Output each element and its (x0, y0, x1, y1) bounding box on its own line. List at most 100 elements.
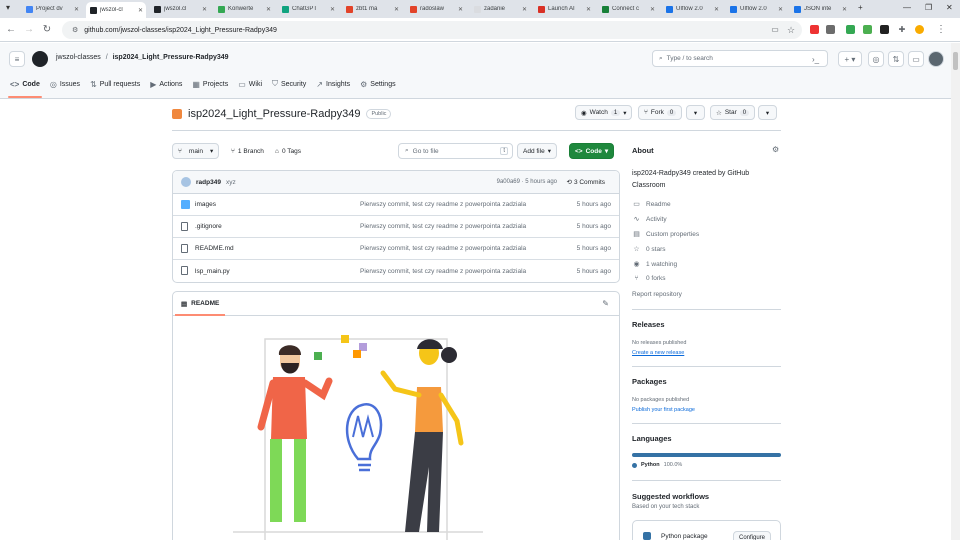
tab-code[interactable]: <> Code (8, 76, 42, 98)
language-item[interactable]: Python 100.0% (632, 462, 682, 468)
packages-heading[interactable]: Packages (632, 377, 667, 386)
tab-projects[interactable]: ▦ Projects (192, 76, 228, 92)
browser-tab[interactable]: Launch AI ✕ (534, 2, 594, 16)
file-row[interactable]: images Pierwszy commit, test czy readme z… (173, 194, 619, 216)
minimize-icon[interactable]: — (903, 3, 911, 12)
menu-icon[interactable]: ≡ (9, 51, 25, 67)
file-commit-message[interactable]: Pierwszy commit, test czy readme z power… (360, 201, 526, 208)
extension-icon[interactable] (846, 25, 855, 34)
search-input[interactable]: ⌕ Type / to search (652, 50, 828, 67)
file-row[interactable]: .gitignore Pierwszy commit, test czy read… (173, 216, 619, 238)
tab-settings[interactable]: ⚙ Settings (360, 76, 395, 92)
readme-tab[interactable]: README (191, 300, 219, 307)
browser-tab[interactable]: Konwerte ✕ (214, 2, 274, 16)
branches-link[interactable]: ⑂ 1 Branch (226, 143, 269, 159)
branch-selector[interactable]: ⑂ main ▾ (172, 143, 220, 159)
extensions-puzzle-icon[interactable]: ✚ (895, 23, 909, 37)
close-tab-icon[interactable]: ✕ (586, 6, 594, 13)
about-activity[interactable]: ∿ Activity (632, 215, 667, 224)
close-window-icon[interactable]: ✕ (946, 3, 953, 12)
browser-tab[interactable]: UIflow 2.0 ✕ (726, 2, 786, 16)
browser-tab[interactable]: radoslaw ✕ (406, 2, 466, 16)
extension-icon[interactable] (880, 25, 889, 34)
publish-package-link[interactable]: Publish your first package (632, 407, 695, 413)
close-tab-icon[interactable]: ✕ (714, 6, 722, 13)
tab-insights[interactable]: ↗ Insights (316, 76, 350, 92)
browser-tab[interactable]: zbt1 ma ✕ (342, 2, 402, 16)
releases-heading[interactable]: Releases (632, 320, 665, 329)
maximize-icon[interactable]: ❐ (925, 3, 932, 12)
about-custom-properties[interactable]: ▤ Custom properties (632, 230, 699, 239)
close-tab-icon[interactable]: ✕ (138, 7, 146, 14)
close-tab-icon[interactable]: ✕ (522, 6, 530, 13)
forward-icon[interactable]: → (22, 23, 36, 37)
file-commit-message[interactable]: Pierwszy commit, test czy readme z power… (360, 223, 526, 230)
create-release-link[interactable]: Create a new release (632, 350, 684, 356)
github-logo-icon[interactable] (32, 51, 48, 67)
about-readme[interactable]: ▭ Readme (632, 200, 670, 209)
browser-tab[interactable]: Project dv ✕ (22, 2, 82, 16)
file-commit-message[interactable]: Pierwszy commit, test czy readme z power… (360, 245, 526, 252)
star-dropdown-button[interactable]: ▾ (758, 105, 777, 120)
profile-avatar[interactable] (915, 25, 924, 34)
close-tab-icon[interactable]: ✕ (842, 6, 850, 13)
close-tab-icon[interactable]: ✕ (394, 6, 402, 13)
new-tab-button[interactable]: + (858, 3, 863, 12)
browser-tab[interactable]: jwszol.cl ✕ (150, 2, 210, 16)
go-to-file-input[interactable]: ⌕ Go to file t (398, 143, 513, 159)
browser-tab[interactable]: zadanie ✕ (470, 2, 530, 16)
tab-search-icon[interactable]: ▾ (6, 3, 10, 12)
file-commit-message[interactable]: Pierwszy commit, test czy readme z power… (360, 268, 526, 275)
edit-icon[interactable]: ✎ (602, 299, 609, 308)
tab-wiki[interactable]: ▭ Wiki (238, 76, 262, 92)
file-name[interactable]: README.md (195, 245, 234, 252)
install-app-icon[interactable]: ▭ (768, 23, 782, 37)
close-tab-icon[interactable]: ✕ (650, 6, 658, 13)
tab-pull-requests[interactable]: ⇅ Pull requests (90, 76, 140, 92)
settings-gear-icon[interactable]: ⚙ (772, 145, 779, 154)
bookmark-star-icon[interactable]: ☆ (784, 23, 798, 37)
site-info-icon[interactable]: ⚙ (72, 26, 78, 34)
star-button[interactable]: ☆ Star 0 (710, 105, 756, 120)
commit-message[interactable]: xyz (226, 179, 236, 186)
add-file-button[interactable]: Add file ▾ (517, 143, 557, 159)
close-tab-icon[interactable]: ✕ (458, 6, 466, 13)
file-row[interactable]: README.md Pierwszy commit, test czy readm… (173, 238, 619, 260)
tab-issues[interactable]: ◎ Issues (50, 76, 80, 92)
repo-link[interactable]: isp2024_Light_Pressure-Radpy349 (113, 54, 229, 61)
close-tab-icon[interactable]: ✕ (330, 6, 338, 13)
user-avatar[interactable] (928, 51, 944, 67)
reload-icon[interactable]: ↻ (40, 23, 54, 37)
file-name[interactable]: .gitignore (195, 223, 222, 230)
browser-tab[interactable]: UIflow 2.0 ✕ (662, 2, 722, 16)
tags-link[interactable]: ⌂ 0 Tags (270, 143, 306, 159)
browser-menu-icon[interactable]: ⋮ (934, 23, 948, 37)
commit-hash-time[interactable]: 9a00a69 · 5 hours ago (497, 179, 557, 185)
close-tab-icon[interactable]: ✕ (74, 6, 82, 13)
extension-icon[interactable] (863, 25, 872, 34)
about-1-watching[interactable]: ◉ 1 watching (632, 260, 677, 269)
close-tab-icon[interactable]: ✕ (778, 6, 786, 13)
about-0-forks[interactable]: ⑂ 0 forks (632, 275, 665, 282)
scrollbar-thumb[interactable] (953, 52, 958, 70)
configure-button[interactable]: Configure (733, 531, 772, 540)
commit-author[interactable]: radp349 (196, 179, 221, 186)
fork-button[interactable]: ⑂ Fork 0 (638, 105, 683, 120)
scrollbar[interactable] (951, 43, 960, 540)
file-name[interactable]: lsp_main.py (195, 268, 230, 275)
close-tab-icon[interactable]: ✕ (202, 6, 210, 13)
repo-title[interactable]: isp2024_Light_Pressure-Radpy349 (188, 108, 360, 120)
report-repository-link[interactable]: Report repository (632, 291, 682, 298)
issues-icon[interactable]: ◎ (868, 51, 884, 67)
file-row[interactable]: lsp_main.py Pierwszy commit, test czy rea… (173, 260, 619, 282)
code-button[interactable]: <> Code ▾ (569, 143, 615, 159)
browser-tab[interactable]: jwszol-cl ✕ (86, 2, 146, 18)
tab-security[interactable]: ⛉ Security (272, 76, 306, 92)
commits-link[interactable]: ⟲ 3 Commits (566, 178, 605, 187)
back-icon[interactable]: ← (4, 23, 18, 37)
watch-button[interactable]: ◉ Watch 1 ▾ (575, 105, 633, 120)
browser-tab[interactable]: ChatGPT ✕ (278, 2, 338, 16)
extension-icon[interactable] (810, 25, 819, 34)
org-link[interactable]: jwszol-classes (56, 54, 101, 61)
browser-tab[interactable]: Connect c ✕ (598, 2, 658, 16)
